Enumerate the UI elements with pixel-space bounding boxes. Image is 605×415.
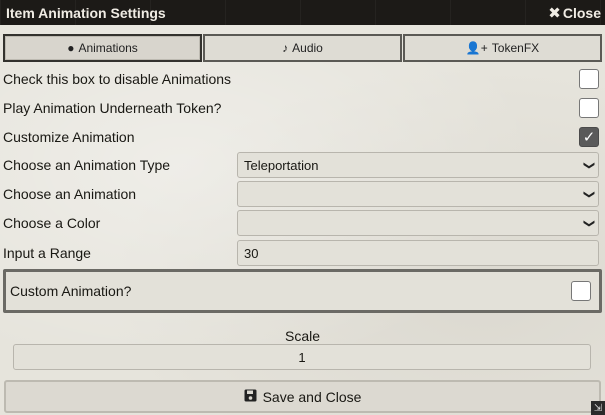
chevron-down-icon: ❯: [582, 160, 595, 170]
user-plus-icon: 👤+: [465, 41, 488, 55]
save-icon: [244, 389, 257, 405]
bomb-icon: ●: [67, 41, 75, 55]
tab-label: TokenFX: [491, 41, 540, 55]
check-icon: ✓: [582, 129, 596, 146]
customize-row: Customize Animation ✓: [3, 125, 602, 149]
color-row: Choose a Color ❯: [3, 209, 602, 237]
tab-tokenfx[interactable]: 👤+ TokenFX: [403, 34, 602, 62]
title-bar[interactable]: Item Animation Settings ✖ Close: [0, 0, 605, 25]
range-row: Input a Range 30: [3, 239, 602, 267]
custom-animation-section: Custom Animation?: [3, 269, 602, 313]
guitar-icon: ♪: [282, 41, 289, 55]
animation-select[interactable]: ❯: [237, 181, 599, 207]
scale-input[interactable]: 1: [13, 344, 591, 370]
tab-bar: ● Animations ♪ Audio 👤+ TokenFX: [3, 34, 602, 62]
custom-animation-checkbox[interactable]: [571, 281, 591, 301]
range-input[interactable]: 30: [237, 240, 599, 266]
animation-row: Choose an Animation ❯: [3, 180, 602, 208]
tab-label: Animations: [78, 41, 138, 55]
tab-audio[interactable]: ♪ Audio: [203, 34, 402, 62]
scale-label: Scale: [284, 328, 321, 344]
close-icon: ✖: [548, 4, 561, 22]
tab-label: Audio: [292, 41, 323, 55]
close-label: Close: [562, 4, 601, 21]
save-and-close-button[interactable]: Save and Close: [4, 380, 601, 413]
close-button[interactable]: ✖ Close: [548, 4, 601, 22]
item-animation-settings-window: Item Animation Settings ✖ Close ● Animat…: [0, 0, 605, 415]
tab-animations[interactable]: ● Animations: [3, 34, 202, 62]
resize-handle[interactable]: ⇲: [591, 401, 605, 415]
custom-animation-label: Custom Animation?: [10, 283, 132, 299]
animation-type-value: Teleportation: [244, 157, 319, 173]
window-title: Item Animation Settings: [6, 4, 166, 21]
disable-animations-row: Check this box to disable Animations: [3, 67, 602, 91]
animation-type-label: Choose an Animation Type: [3, 157, 171, 173]
range-label: Input a Range: [3, 245, 91, 261]
scale-value: 1: [298, 349, 306, 365]
animation-type-select[interactable]: Teleportation ❯: [237, 152, 599, 178]
disable-animations-label: Check this box to disable Animations: [3, 71, 232, 87]
play-below-row: Play Animation Underneath Token?: [3, 96, 602, 120]
play-below-label: Play Animation Underneath Token?: [3, 100, 222, 116]
color-label: Choose a Color: [3, 215, 101, 231]
animation-label: Choose an Animation: [3, 186, 137, 202]
chevron-down-icon: ❯: [582, 189, 595, 199]
customize-checkbox[interactable]: ✓: [579, 127, 599, 147]
save-label: Save and Close: [262, 388, 362, 405]
range-value: 30: [244, 245, 259, 261]
resize-icon: ⇲: [593, 402, 603, 414]
color-select[interactable]: ❯: [237, 210, 599, 236]
customize-label: Customize Animation: [3, 129, 135, 145]
chevron-down-icon: ❯: [582, 218, 595, 228]
disable-animations-checkbox[interactable]: [579, 69, 599, 89]
animation-type-row: Choose an Animation Type Teleportation ❯: [3, 151, 602, 179]
play-below-checkbox[interactable]: [579, 98, 599, 118]
